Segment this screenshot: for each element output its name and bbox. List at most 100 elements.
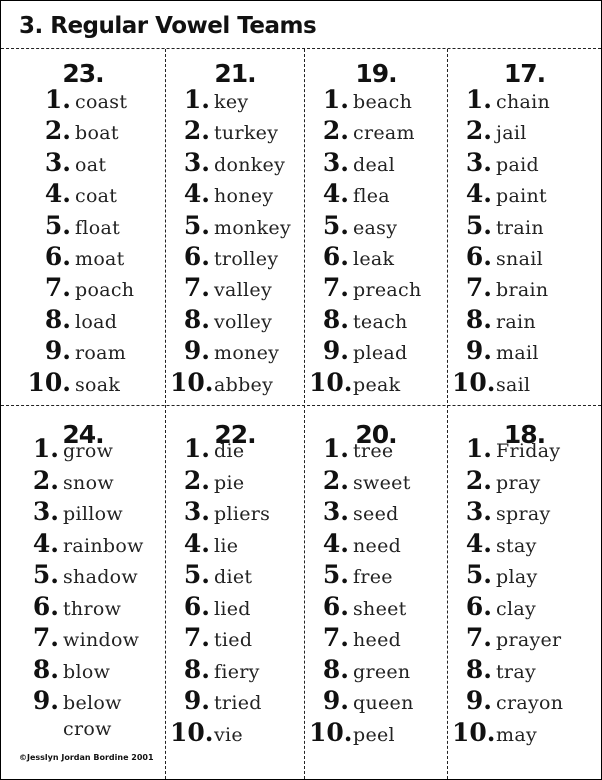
list-item: 5. train: [452, 211, 544, 241]
item-number: 7.: [44, 273, 71, 303]
vocabulary-word: coat: [75, 185, 118, 208]
list-item: 9. tried: [170, 686, 262, 716]
list-item: 7. window: [9, 623, 139, 653]
item-number: 7.: [183, 273, 210, 303]
item-number: 3.: [183, 497, 210, 526]
item-number: 8.: [322, 304, 349, 334]
vocabulary-word: tree: [353, 440, 394, 462]
item-number: 1.: [465, 85, 492, 114]
vocabulary-word: throw: [63, 597, 122, 620]
list-item: 4. need: [309, 529, 401, 559]
vocabulary-word: oat: [75, 153, 107, 176]
item-number: 5.: [322, 210, 349, 240]
vocabulary-word: preach: [353, 279, 422, 302]
vocabulary-word: window: [63, 629, 140, 651]
word-list-cell: 18. 1. Friday 2. pray 3. spray 4. stay 5. play 6. cl…: [448, 406, 601, 762]
item-number: 5.: [183, 210, 210, 240]
word-list-cell: 17. 1. chain 2. jail 3. paid 4. paint 5. train 6. sn…: [448, 49, 601, 405]
vocabulary-word: brain: [496, 279, 549, 302]
list-item: 2. pie: [170, 466, 244, 496]
vocabulary-word: boat: [75, 122, 119, 145]
vocabulary-word: blow: [63, 660, 111, 683]
item-number: 1.: [322, 434, 349, 463]
item-number: 8.: [183, 304, 210, 334]
item-number: 4.: [32, 528, 59, 558]
list-item: 5. play: [452, 560, 538, 590]
list-number-heading: 23.: [62, 59, 104, 88]
list-item: 4. coat: [19, 179, 117, 209]
vocabulary-word: turkey: [214, 122, 279, 145]
list-item: 2. snow: [9, 466, 114, 496]
item-number: 4.: [465, 528, 492, 558]
list-item: 10.peak: [309, 368, 400, 398]
list-item: 10.abbey: [170, 368, 273, 398]
item-number: 5.: [44, 210, 71, 240]
item-number: 9.: [183, 686, 210, 715]
list-item: 1. chain: [452, 85, 550, 115]
vocabulary-word: teach: [353, 310, 408, 333]
list-item: 3. deal: [309, 148, 395, 178]
item-number: 6.: [322, 591, 349, 621]
item-number: 6.: [183, 242, 210, 271]
item-number: 2.: [32, 465, 59, 495]
vocabulary-word: need: [353, 534, 402, 557]
vocabulary-word: sail: [496, 373, 531, 396]
list-item: 10.sail: [452, 368, 530, 398]
vocabulary-word: volley: [214, 310, 273, 333]
vocabulary-word: may: [496, 723, 537, 746]
item-number: 7.: [465, 273, 492, 303]
list-item: 10.may: [452, 718, 537, 748]
vocabulary-word: tried: [214, 692, 262, 714]
item-number: 6.: [465, 591, 492, 621]
vocabulary-word: die: [214, 440, 245, 462]
item-number: 1.: [44, 85, 71, 114]
list-item: crow: [9, 718, 112, 748]
list-item: 9. below: [9, 686, 122, 716]
list-item: 6. lied: [170, 592, 251, 622]
item-number: 6.: [44, 242, 71, 271]
vocabulary-word: lied: [214, 597, 251, 620]
item-number: 10.: [309, 367, 353, 397]
item-number: 10.: [309, 717, 353, 747]
list-item: 7. heed: [309, 623, 401, 653]
vocabulary-word: beach: [353, 91, 413, 113]
list-item: 7. tied: [170, 623, 252, 653]
vocabulary-word: coast: [75, 91, 128, 113]
vocabulary-word: key: [214, 91, 249, 113]
list-item: 8. green: [309, 655, 410, 685]
list-item: 8. tray: [452, 655, 536, 685]
item-number: 1.: [465, 434, 492, 463]
list-item: 9. roam: [19, 336, 126, 366]
vocabulary-word: float: [75, 216, 121, 239]
list-item: 5. easy: [309, 211, 397, 241]
list-item: 9. queen: [309, 686, 414, 716]
vocabulary-word: poach: [75, 279, 135, 302]
vocabulary-word: queen: [353, 692, 414, 714]
list-item: 7. valley: [170, 273, 272, 303]
vocabulary-word: abbey: [214, 373, 274, 396]
item-number: 2.: [183, 465, 210, 495]
item-number: 1.: [32, 434, 59, 463]
item-number: 1.: [183, 85, 210, 114]
list-item: 2. sweet: [309, 466, 411, 496]
item-number: 8.: [465, 654, 492, 684]
list-item: 9. money: [170, 336, 279, 366]
list-item: 9. crayon: [452, 686, 563, 716]
item-number: 6.: [32, 591, 59, 621]
item-number: 9.: [32, 686, 59, 715]
list-item: 3. pliers: [170, 497, 270, 527]
item-number: 3.: [465, 497, 492, 526]
item-number: 3.: [44, 147, 71, 177]
item-number: 2.: [44, 116, 71, 146]
vocabulary-word: moat: [75, 248, 125, 270]
vocabulary-word: easy: [353, 216, 398, 239]
item-number: 6.: [465, 242, 492, 271]
item-number: 3.: [32, 497, 59, 526]
vocabulary-word: clay: [496, 597, 536, 620]
vocabulary-word: crow: [63, 717, 112, 740]
vocabulary-word: grow: [63, 440, 114, 462]
list-item: 8. blow: [9, 655, 110, 685]
list-item: 8. load: [19, 305, 117, 335]
vocabulary-word: heed: [353, 629, 402, 651]
list-item: 2. jail: [452, 116, 527, 146]
